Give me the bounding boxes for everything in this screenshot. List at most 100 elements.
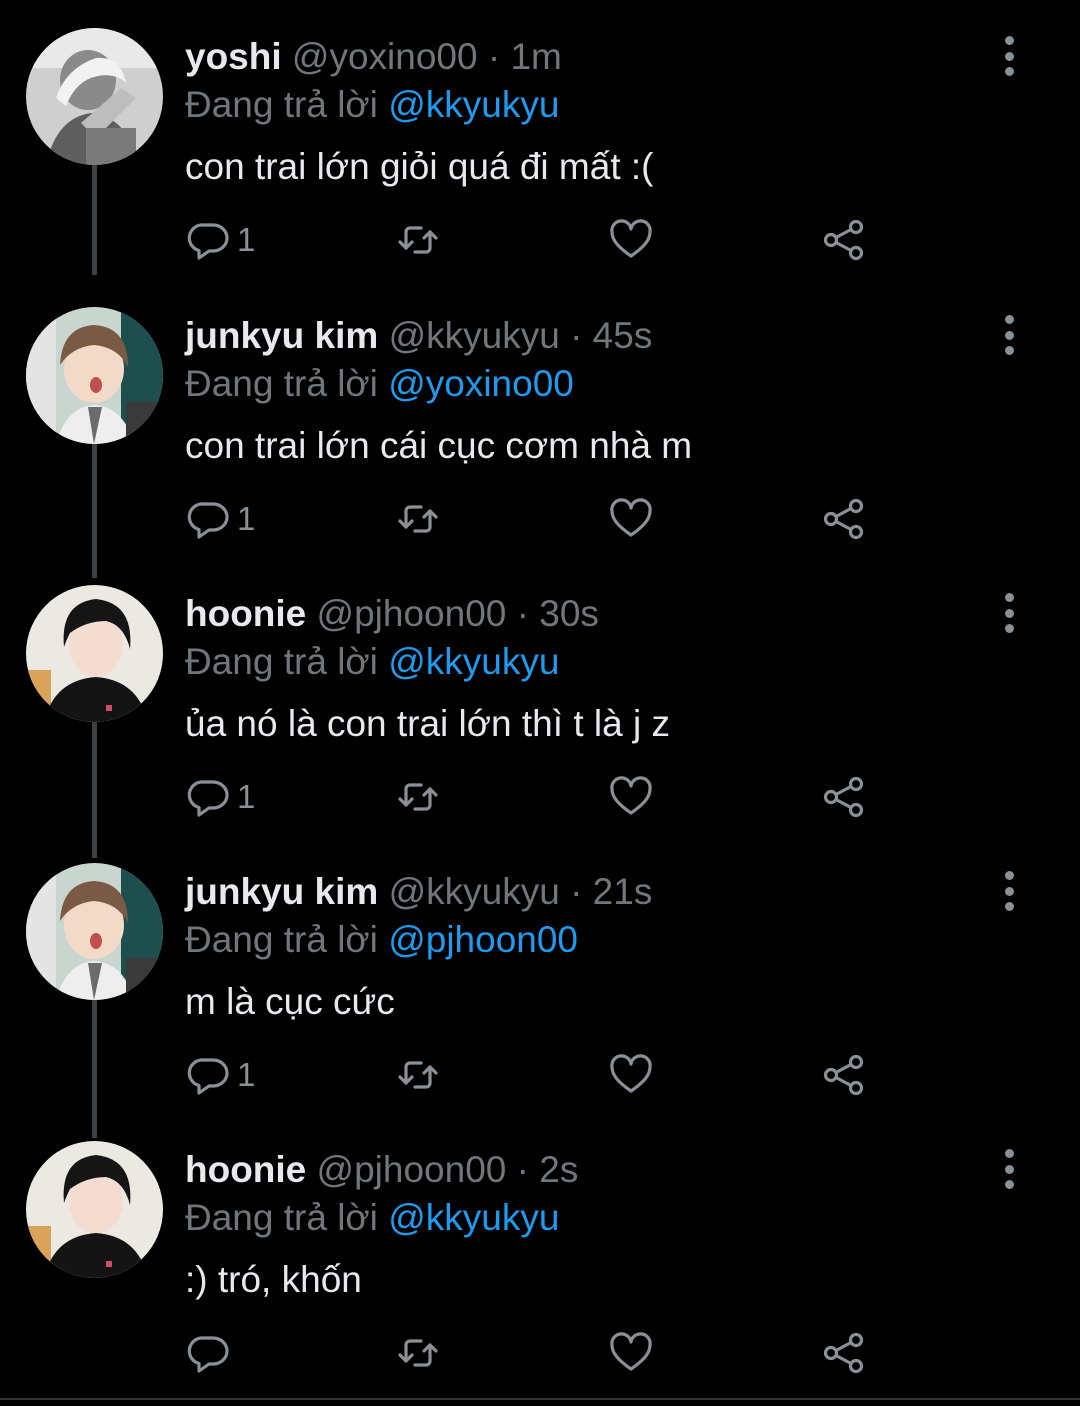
action-bar: 1 (185, 216, 885, 264)
tweet[interactable]: hoonie @pjhoon00 · 30s Đang trả lời @kky… (0, 585, 1080, 863)
replying-to-mention[interactable]: @kkyukyu (388, 84, 559, 125)
user-handle[interactable]: @kkyukyu (389, 871, 560, 912)
tweet-header: hoonie @pjhoon00 · 30s (185, 591, 599, 637)
divider (0, 1398, 1080, 1400)
like-button[interactable] (608, 216, 654, 264)
reply-count: 1 (237, 1056, 256, 1093)
action-bar: 1 (185, 773, 885, 821)
tweet[interactable]: junkyu kim @kkyukyu · 21s Đang trả lời @… (0, 863, 1080, 1141)
user-handle[interactable]: @yoxino00 (292, 36, 478, 77)
retweet-button[interactable] (395, 1051, 441, 1099)
more-options-icon[interactable] (996, 593, 1022, 633)
share-icon (823, 1332, 864, 1374)
replying-to-label: Đang trả lời (185, 919, 389, 960)
display-name[interactable]: hoonie (185, 1149, 306, 1190)
action-bar: 1 (185, 495, 885, 543)
tweet[interactable]: yoshi @yoxino00 · 1m Đang trả lời @kkyuk… (0, 28, 1080, 306)
reply-count: 1 (237, 221, 256, 258)
reply-button[interactable]: 1 (185, 773, 255, 821)
avatar[interactable] (26, 307, 163, 444)
replying-to: Đang trả lời @pjhoon00 (185, 917, 578, 963)
like-icon (610, 1054, 652, 1093)
retweet-icon (398, 783, 438, 811)
replying-to-mention[interactable]: @kkyukyu (388, 1197, 559, 1238)
share-button[interactable] (821, 216, 867, 264)
avatar[interactable] (26, 28, 163, 165)
replying-to-mention[interactable]: @yoxino00 (388, 363, 574, 404)
avatar[interactable] (26, 863, 163, 1000)
tweet-text: m là cục cức (185, 981, 395, 1022)
reply-icon (187, 1058, 229, 1095)
replying-to-label: Đang trả lời (185, 363, 389, 404)
tweet-text: ủa nó là con trai lớn thì t là j z (185, 703, 670, 744)
reply-button[interactable]: 1 (185, 1051, 255, 1099)
timestamp[interactable]: 30s (539, 593, 599, 634)
like-icon (610, 776, 652, 815)
retweet-button[interactable] (395, 495, 441, 543)
share-button[interactable] (821, 1051, 867, 1099)
reply-icon (187, 223, 229, 260)
reply-count: 1 (237, 500, 256, 537)
share-button[interactable] (821, 773, 867, 821)
avatar[interactable] (26, 1141, 163, 1278)
share-icon (823, 1054, 864, 1096)
user-handle[interactable]: @kkyukyu (389, 315, 560, 356)
share-icon (823, 498, 864, 540)
reply-count: 1 (237, 778, 256, 815)
retweet-button[interactable] (395, 1329, 441, 1377)
like-button[interactable] (608, 1051, 654, 1099)
more-options-icon[interactable] (996, 36, 1022, 76)
share-icon (823, 776, 864, 818)
share-button[interactable] (821, 1329, 867, 1377)
display-name[interactable]: yoshi (185, 36, 282, 77)
like-button[interactable] (608, 773, 654, 821)
tweet[interactable]: hoonie @pjhoon00 · 2s Đang trả lời @kkyu… (0, 1141, 1080, 1406)
reply-icon (187, 780, 229, 817)
retweet-icon (398, 226, 438, 254)
reply-button[interactable]: 1 (185, 216, 255, 264)
share-icon (823, 219, 864, 261)
reply-thread: yoshi @yoxino00 · 1m Đang trả lời @kkyuk… (0, 0, 1080, 1406)
user-handle[interactable]: @pjhoon00 (317, 593, 507, 634)
action-bar: 1 (185, 1051, 885, 1099)
more-options-icon[interactable] (996, 1149, 1022, 1189)
retweet-icon (398, 505, 438, 533)
action-bar (185, 1329, 885, 1377)
separator-dot: · (487, 36, 501, 77)
replying-to: Đang trả lời @yoxino00 (185, 361, 574, 407)
like-icon (610, 1332, 652, 1371)
tweet-text: con trai lớn giỏi quá đi mất :( (185, 146, 654, 187)
user-handle[interactable]: @pjhoon00 (317, 1149, 507, 1190)
timestamp[interactable]: 1m (510, 36, 561, 77)
like-button[interactable] (608, 1329, 654, 1377)
more-options-icon[interactable] (996, 315, 1022, 355)
reply-button[interactable] (185, 1329, 237, 1377)
replying-to-label: Đang trả lời (185, 641, 389, 682)
replying-to-label: Đang trả lời (185, 1197, 389, 1238)
tweet[interactable]: junkyu kim @kkyukyu · 45s Đang trả lời @… (0, 307, 1080, 585)
retweet-button[interactable] (395, 216, 441, 264)
timestamp[interactable]: 21s (593, 871, 653, 912)
replying-to-mention[interactable]: @pjhoon00 (388, 919, 578, 960)
timestamp[interactable]: 45s (593, 315, 653, 356)
replying-to: Đang trả lời @kkyukyu (185, 639, 559, 685)
like-icon (610, 498, 652, 537)
retweet-button[interactable] (395, 773, 441, 821)
display-name[interactable]: junkyu kim (185, 871, 378, 912)
separator-dot: · (570, 871, 583, 912)
display-name[interactable]: hoonie (185, 593, 306, 634)
share-button[interactable] (821, 495, 867, 543)
replying-to: Đang trả lời @kkyukyu (185, 82, 559, 128)
display-name[interactable]: junkyu kim (185, 315, 378, 356)
like-icon (610, 219, 652, 258)
timestamp[interactable]: 2s (539, 1149, 578, 1190)
retweet-icon (398, 1061, 438, 1089)
like-button[interactable] (608, 495, 654, 543)
replying-to-mention[interactable]: @kkyukyu (388, 641, 559, 682)
reply-button[interactable]: 1 (185, 495, 255, 543)
avatar[interactable] (26, 585, 163, 722)
more-options-icon[interactable] (996, 871, 1022, 911)
tweet-text: con trai lớn cái cục cơm nhà m (185, 425, 693, 466)
separator-dot: · (570, 315, 583, 356)
reply-icon (187, 1336, 229, 1373)
